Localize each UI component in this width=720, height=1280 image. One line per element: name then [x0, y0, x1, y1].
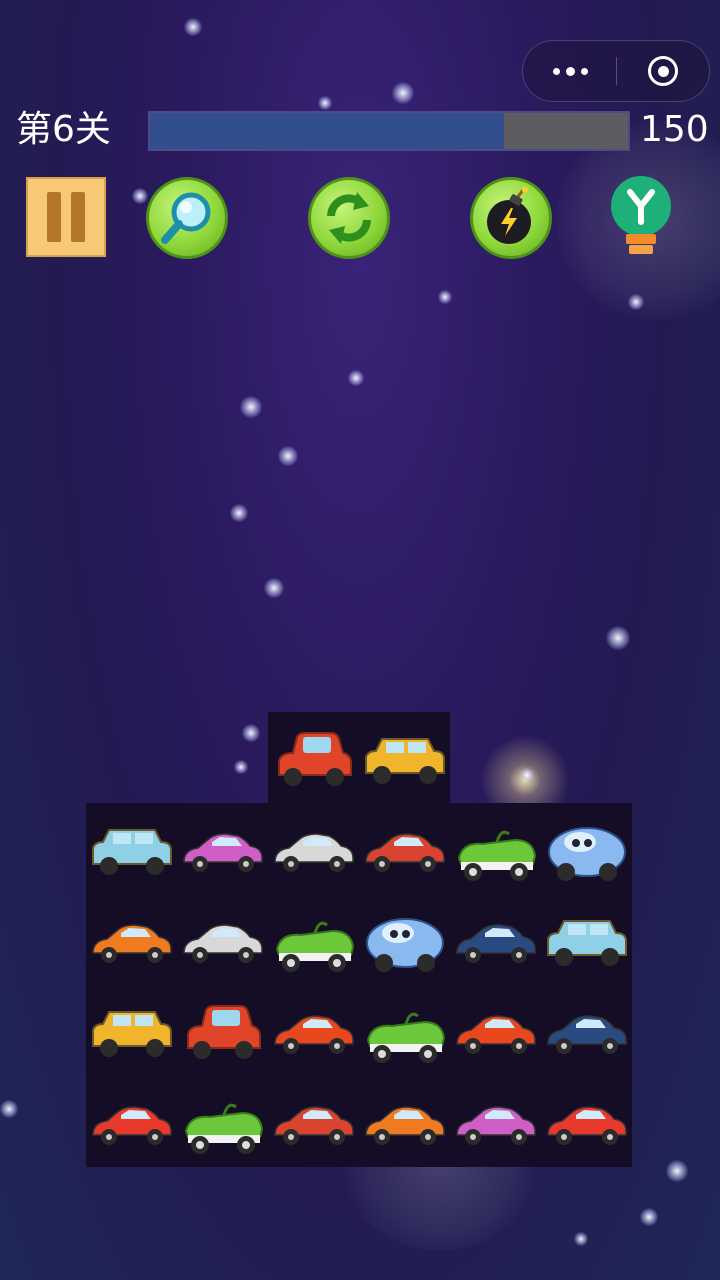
car-tile-blue-bubble-car[interactable] [359, 894, 450, 985]
search-tool-button[interactable] [146, 177, 228, 259]
green-buggy-icon [457, 830, 536, 881]
yellow-wagon-icon [364, 737, 445, 784]
green-buggy-icon [184, 1103, 263, 1154]
red-sports-car-icon [273, 1105, 354, 1145]
more-dots-icon [552, 67, 560, 75]
red-roadster-icon [455, 1014, 536, 1054]
pause-icon [47, 192, 61, 242]
car-tile-red-beetle-car[interactable] [268, 712, 359, 803]
star [318, 96, 332, 110]
hint-tool-button[interactable] [606, 174, 676, 264]
green-buggy-icon [366, 1012, 445, 1063]
star [132, 188, 148, 204]
star [640, 1208, 658, 1226]
car-tile-orange-sedan[interactable] [359, 1076, 450, 1167]
car-tile-red-sports-car[interactable] [268, 1076, 359, 1167]
star [438, 290, 452, 304]
car-tile-orange-sedan[interactable] [86, 894, 177, 985]
car-tile-purple-convertible[interactable] [177, 803, 268, 894]
pause-button[interactable] [26, 177, 106, 257]
car-tile-red-sports-car[interactable] [359, 803, 450, 894]
shuffle-tool-button[interactable] [308, 177, 390, 259]
purple-convertible-icon [455, 1105, 536, 1145]
blue-bubble-car-icon [365, 917, 444, 972]
timer-value: 150 [640, 109, 709, 150]
car-tile-red-classic-car[interactable] [86, 1076, 177, 1167]
star [628, 294, 644, 310]
level-label: 第6关 [16, 109, 111, 150]
blue-jeep-icon [91, 828, 172, 875]
lightbulb-icon [611, 176, 671, 254]
mini-program-capsule [522, 40, 710, 102]
car-tile-yellow-wagon[interactable] [86, 985, 177, 1076]
car-tile-red-beetle-car[interactable] [177, 985, 268, 1076]
bomb-icon [487, 187, 531, 244]
close-button[interactable] [617, 41, 709, 101]
car-tile-green-buggy[interactable] [268, 894, 359, 985]
car-tile-blue-jeep[interactable] [86, 803, 177, 894]
star [242, 724, 260, 742]
star [0, 1100, 18, 1118]
orange-sedan-icon [364, 1105, 445, 1145]
yellow-wagon-icon [91, 1010, 172, 1057]
purple-convertible-icon [182, 832, 263, 872]
bomb-tool-button[interactable] [470, 177, 552, 259]
time-progress-fill [150, 113, 504, 149]
star [230, 504, 248, 522]
car-tile-silver-sedan[interactable] [177, 894, 268, 985]
magnifier-icon [161, 192, 211, 244]
blue-bubble-car-icon [547, 826, 626, 881]
car-tile-green-buggy[interactable] [177, 1076, 268, 1167]
car-tile-red-roadster[interactable] [450, 985, 541, 1076]
star [240, 396, 262, 418]
car-tile-blue-bubble-car[interactable] [541, 803, 632, 894]
time-progress-bar [148, 111, 630, 151]
navy-coupe-icon [546, 1014, 627, 1054]
car-tile-green-buggy[interactable] [450, 803, 541, 894]
star [520, 768, 534, 782]
car-tile-purple-convertible[interactable] [450, 1076, 541, 1167]
car-tile-red-classic-car[interactable] [541, 1076, 632, 1167]
target-close-icon [648, 56, 678, 86]
red-beetle-car-icon [277, 731, 352, 786]
car-tile-green-buggy[interactable] [359, 985, 450, 1076]
car-tile-navy-coupe[interactable] [450, 894, 541, 985]
star [666, 1160, 688, 1182]
more-button[interactable] [523, 41, 617, 101]
red-classic-car-icon [546, 1105, 627, 1145]
silver-sedan-icon [182, 923, 263, 963]
navy-coupe-icon [455, 923, 536, 963]
star [264, 578, 284, 598]
star [184, 18, 202, 36]
red-classic-car-icon [91, 1105, 172, 1145]
red-sports-car-icon [364, 832, 445, 872]
star [234, 760, 248, 774]
green-buggy-icon [275, 921, 354, 972]
star [574, 1232, 588, 1246]
star [278, 446, 298, 466]
car-tile-blue-jeep[interactable] [541, 894, 632, 985]
car-tile-navy-coupe[interactable] [541, 985, 632, 1076]
star [348, 370, 364, 386]
silver-sedan-icon [273, 832, 354, 872]
car-tile-yellow-wagon[interactable] [359, 712, 450, 803]
star [392, 82, 414, 104]
blue-jeep-icon [546, 919, 627, 966]
car-tile-red-roadster[interactable] [268, 985, 359, 1076]
car-tile-silver-sedan[interactable] [268, 803, 359, 894]
red-beetle-car-icon [186, 1004, 261, 1059]
refresh-icon [327, 192, 371, 244]
orange-sedan-icon [91, 923, 172, 963]
star [606, 626, 630, 650]
red-roadster-icon [273, 1014, 354, 1054]
